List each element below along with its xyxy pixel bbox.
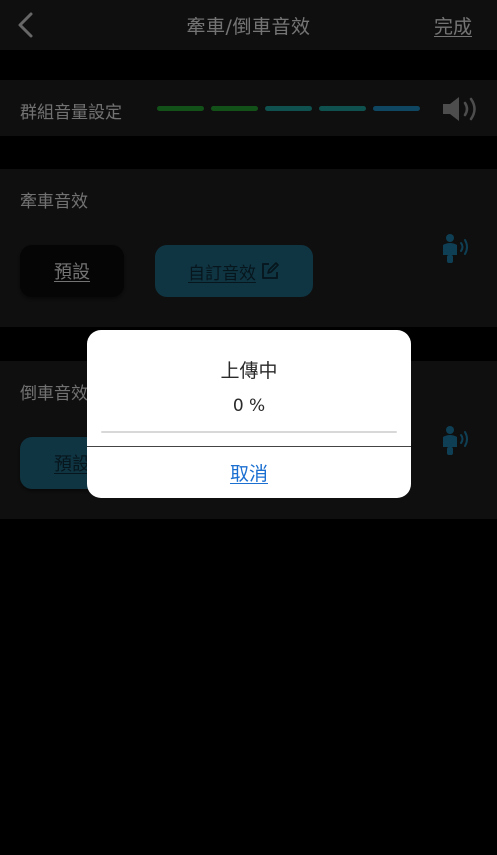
- cancel-button[interactable]: 取消: [87, 447, 411, 498]
- dialog-progress-text: 0 %: [232, 396, 266, 416]
- app-screen: 牽車/倒車音效 完成 群組音量設定 牽車音效 預設 自訂音效: [0, 0, 497, 855]
- upload-progress-bar: [101, 431, 397, 433]
- cancel-label: 取消: [229, 463, 268, 485]
- upload-dialog: 上傳中 0 % 取消: [87, 330, 411, 498]
- dialog-title: 上傳中: [220, 360, 278, 382]
